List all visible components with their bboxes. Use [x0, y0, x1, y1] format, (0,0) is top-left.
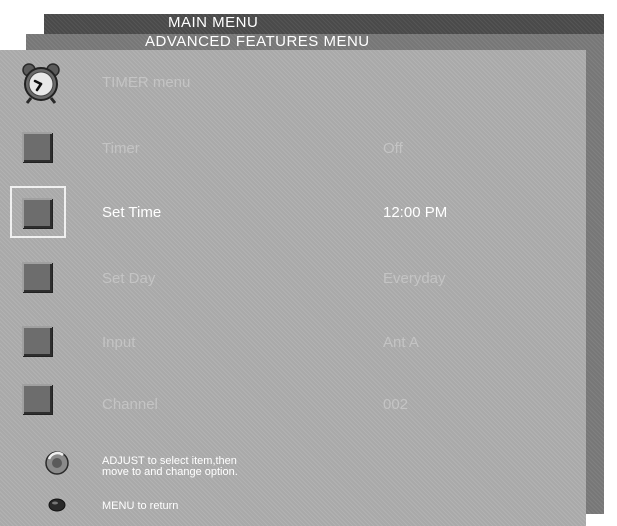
- set-time-row-button-icon: [22, 198, 52, 228]
- timer-row-button-icon: [22, 132, 52, 162]
- timer-menu-panel: TIMER menu Timer Off Set Time 12:00 PM S…: [0, 50, 586, 526]
- channel-label: Channel: [102, 396, 158, 413]
- input-label: Input: [102, 334, 136, 351]
- set-day-row[interactable]: Set Day Everyday: [0, 254, 586, 304]
- input-value: Ant A: [383, 334, 419, 351]
- timer-row[interactable]: Timer Off: [0, 124, 586, 174]
- set-time-value: 12:00 PM: [383, 204, 448, 221]
- set-day-value: Everyday: [383, 270, 446, 287]
- channel-row-button-icon: [22, 384, 52, 414]
- timer-value: Off: [383, 140, 403, 157]
- main-menu-title[interactable]: MAIN MENU: [168, 14, 258, 31]
- set-day-row-button-icon: [22, 262, 52, 292]
- set-time-label: Set Time: [102, 204, 162, 221]
- set-day-label: Set Day: [102, 270, 156, 287]
- input-row[interactable]: Input Ant A: [0, 318, 586, 368]
- set-time-row[interactable]: Set Time 12:00 PM: [0, 188, 586, 238]
- channel-row[interactable]: Channel 002: [0, 376, 586, 426]
- adjust-help-line-2: move to and change option.: [102, 466, 238, 478]
- timer-menu-header: TIMER menu: [0, 58, 586, 108]
- menu-return-help: MENU to return: [102, 500, 179, 512]
- alarm-clock-icon: [22, 63, 60, 104]
- timer-menu-title: TIMER menu: [102, 74, 191, 91]
- timer-label: Timer: [102, 140, 140, 157]
- input-row-button-icon: [22, 326, 52, 356]
- menu-button-icon: [48, 498, 66, 512]
- channel-value: 002: [383, 396, 409, 413]
- adjust-knob-icon: [45, 451, 69, 475]
- advanced-features-menu-title[interactable]: ADVANCED FEATURES MENU: [145, 33, 370, 50]
